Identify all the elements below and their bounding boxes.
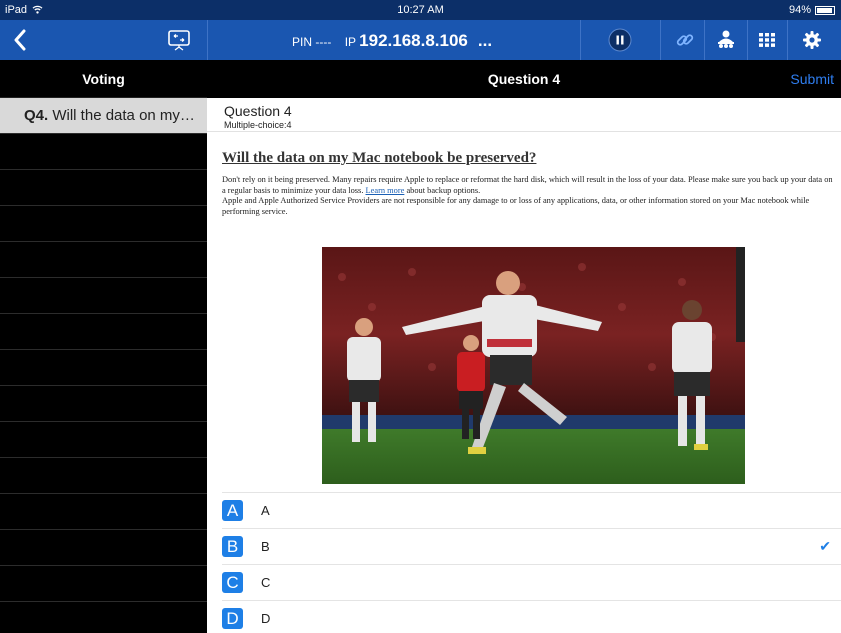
question-heading: Will the data on my Mac notebook be pres…: [222, 150, 537, 166]
settings-button[interactable]: [797, 26, 827, 54]
nav-divider: [580, 20, 581, 60]
status-bar: iPad 10:27 AM 94%: [0, 0, 841, 20]
screen-share-icon: [168, 30, 190, 51]
nav-divider: [660, 20, 661, 60]
option-a[interactable]: A A: [222, 492, 841, 528]
sidebar-title: Voting: [0, 60, 207, 98]
sidebar-empty-row: [0, 134, 207, 170]
sidebar-empty-row: [0, 314, 207, 350]
battery-percent: 94%: [788, 4, 811, 16]
option-label: C: [261, 575, 271, 590]
question-paragraph: Don't rely on it being preserved. Many r…: [222, 175, 837, 196]
pause-icon: [608, 28, 632, 52]
sidebar-item-label: Will the data on my…: [52, 107, 195, 124]
screen-share-button[interactable]: [166, 29, 192, 51]
link-icon: [676, 34, 694, 46]
pin-label: PIN: [292, 35, 313, 49]
question-header: Question 4 Multiple-choice:4: [207, 98, 841, 132]
nav-divider: [747, 20, 748, 60]
option-letter-badge: D: [222, 608, 243, 629]
option-letter-badge: A: [222, 500, 243, 521]
pause-button[interactable]: [605, 26, 635, 54]
sidebar-empty-row: [0, 242, 207, 278]
sidebar-item-q4[interactable]: Q4. Will the data on my…: [0, 98, 207, 134]
checkmark-icon: ✔: [819, 538, 831, 554]
sidebar-empty-row: [0, 350, 207, 386]
participants-button[interactable]: [711, 26, 741, 54]
submit-button[interactable]: Submit: [790, 71, 834, 87]
gear-icon: [803, 31, 821, 49]
paragraph-text: about backup options.: [404, 185, 481, 195]
main-panel: Question 4 Submit Question 4 Multiple-ch…: [207, 60, 841, 633]
ip-label: IP: [344, 35, 356, 49]
link-button[interactable]: [670, 26, 700, 54]
pin-value: ----: [315, 35, 332, 49]
sidebar-item-number: Q4.: [24, 107, 49, 124]
sidebar-empty-row: [0, 566, 207, 602]
sidebar-empty-row: [0, 422, 207, 458]
option-letter-badge: B: [222, 536, 243, 557]
battery-indicator: 94%: [789, 4, 835, 16]
nav-bar: PIN ---- IP 192.168.8.106 ...: [0, 20, 841, 60]
question-title: Question 4: [224, 103, 292, 119]
battery-icon: [815, 5, 835, 15]
sidebar-empty-row: [0, 458, 207, 494]
question-paragraph-2: Apple and Apple Authorized Service Provi…: [222, 196, 810, 216]
sidebar-empty-row: [0, 206, 207, 242]
option-letter-badge: C: [222, 572, 243, 593]
grid-button[interactable]: [752, 26, 782, 54]
paragraph-text: Don't rely on it being preserved. Many r…: [222, 175, 833, 195]
question-photo: [322, 247, 745, 484]
chevron-left-icon: [14, 29, 26, 51]
question-type: Multiple-choice:4: [224, 120, 292, 130]
option-d[interactable]: D D: [222, 600, 841, 633]
status-time: 10:27 AM: [397, 4, 444, 16]
sidebar-empty-row: [0, 170, 207, 206]
answer-options: A A B B ✔ C C D D: [207, 492, 841, 633]
sidebar-empty-row: [0, 386, 207, 422]
learn-more-link[interactable]: Learn more: [366, 186, 405, 195]
nav-divider: [787, 20, 788, 60]
grid-icon: [759, 33, 775, 47]
option-label: B: [261, 539, 270, 554]
connection-info: PIN ---- IP 192.168.8.106 ...: [292, 31, 492, 51]
nav-divider: [207, 20, 208, 60]
option-c[interactable]: C C: [222, 564, 841, 600]
screen: iPad 10:27 AM 94% PIN ---- IP 192.168.8.…: [0, 0, 841, 633]
sidebar-empty-row: [0, 530, 207, 566]
page-title: Question 4: [487, 71, 561, 87]
sidebar-empty-row: [0, 494, 207, 530]
back-button[interactable]: [4, 25, 36, 55]
option-label: D: [261, 611, 271, 626]
nav-divider: [704, 20, 705, 60]
more-ellipsis[interactable]: ...: [478, 31, 492, 50]
ip-address: 192.168.8.106: [359, 31, 468, 50]
main-header: Question 4 Submit: [207, 60, 841, 98]
participants-icon: [718, 30, 734, 48]
option-b[interactable]: B B ✔: [222, 528, 841, 564]
sidebar: Voting Q4. Will the data on my…: [0, 60, 207, 633]
question-body: Will the data on my Mac notebook be pres…: [207, 132, 841, 217]
sidebar-empty-row: [0, 278, 207, 314]
option-label: A: [261, 503, 270, 518]
